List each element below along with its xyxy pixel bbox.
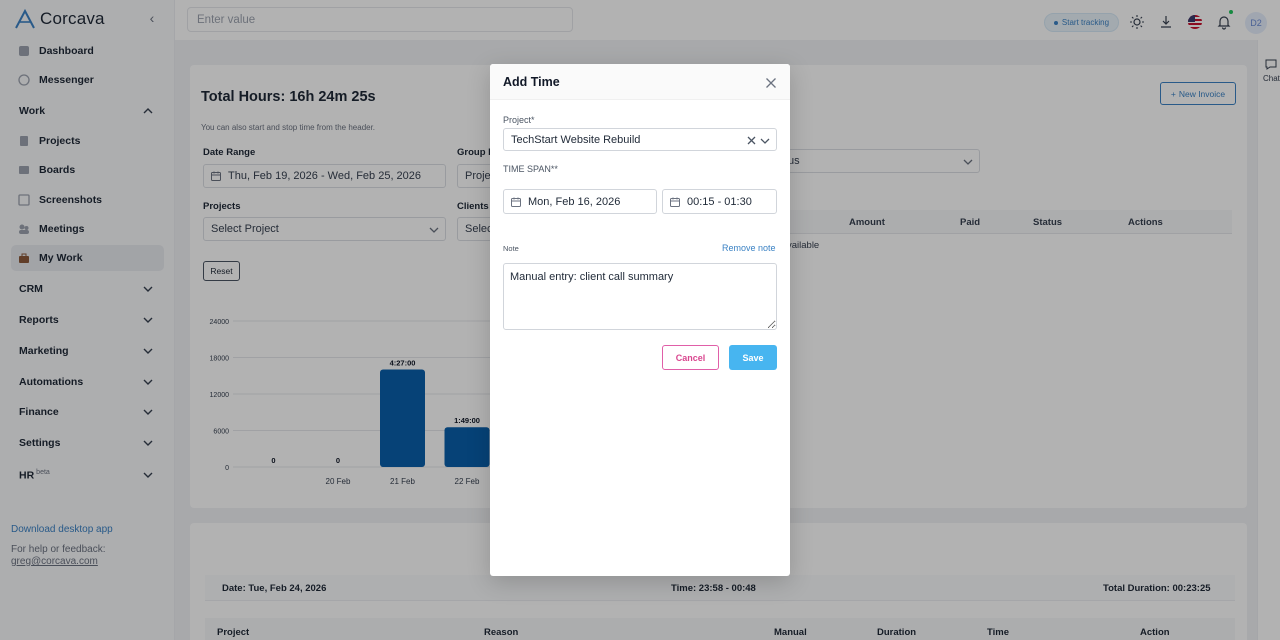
- clear-icon[interactable]: [747, 136, 756, 145]
- project-label: Project*: [503, 115, 535, 125]
- modal-title: Add Time: [503, 75, 560, 89]
- time-range-value: 00:15 - 01:30: [687, 195, 752, 208]
- time-range-picker[interactable]: 00:15 - 01:30: [662, 189, 777, 214]
- calendar-icon: [670, 197, 680, 207]
- cancel-button[interactable]: Cancel: [662, 345, 719, 370]
- project-select[interactable]: TechStart Website Rebuild: [503, 128, 777, 151]
- save-button[interactable]: Save: [729, 345, 777, 370]
- date-picker-value: Mon, Feb 16, 2026: [528, 195, 621, 208]
- calendar-icon: [511, 197, 521, 207]
- project-select-value: TechStart Website Rebuild: [511, 133, 641, 146]
- chevron-down-icon[interactable]: [759, 135, 771, 147]
- modal-header: Add Time: [490, 64, 790, 100]
- note-label: Note: [503, 244, 519, 253]
- close-icon[interactable]: [765, 77, 777, 89]
- time-span-label: TIME SPAN**: [503, 164, 558, 174]
- add-time-modal: Add Time Project* TechStart Website Rebu…: [490, 64, 790, 576]
- date-picker[interactable]: Mon, Feb 16, 2026: [503, 189, 657, 214]
- remove-note-link[interactable]: Remove note: [722, 243, 776, 253]
- note-textarea[interactable]: Manual entry: client call summary: [503, 263, 777, 330]
